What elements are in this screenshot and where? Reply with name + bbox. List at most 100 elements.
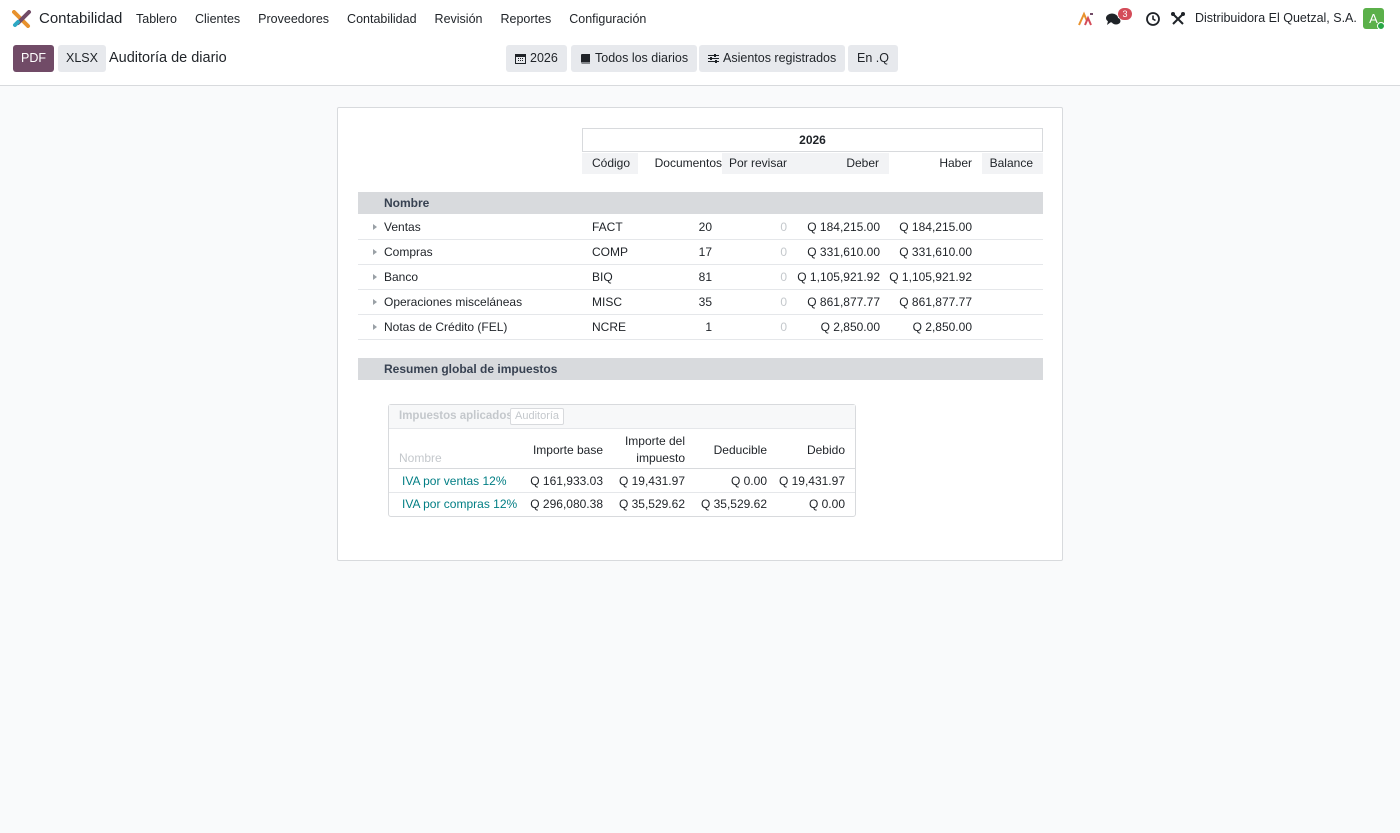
journal-documents: 35 xyxy=(698,295,712,309)
column-header-credit[interactable]: Haber xyxy=(889,153,982,174)
messages-count-badge: 3 xyxy=(1118,8,1132,20)
expand-caret-icon[interactable] xyxy=(373,274,377,280)
menu-item-reportes[interactable]: Reportes xyxy=(491,0,560,38)
tax-summary-table: Impuestos aplicados Auditoría Nombre Imp… xyxy=(388,404,856,517)
book-icon xyxy=(581,54,590,64)
tax-amount: Q 19,431.97 xyxy=(618,474,685,488)
tax-header-due: Debido xyxy=(806,443,845,457)
sliders-icon xyxy=(708,54,719,63)
journal-credit[interactable]: Q 184,215.00 xyxy=(880,215,972,239)
column-header-name: Nombre xyxy=(384,196,430,210)
tax-due: Q 19,431.97 xyxy=(778,474,845,488)
ai-assistant-icon[interactable] xyxy=(1078,11,1094,27)
date-filter-button[interactable]: 2026 xyxy=(506,45,567,72)
journal-documents: 1 xyxy=(705,320,712,334)
journal-code: MISC xyxy=(592,295,622,309)
expand-caret-icon[interactable] xyxy=(373,299,377,305)
journal-code: COMP xyxy=(592,245,628,259)
tax-base: Q 296,080.38 xyxy=(530,497,603,511)
expand-caret-icon[interactable] xyxy=(373,324,377,330)
journal-to-review: 0 xyxy=(780,220,787,234)
journal-documents: 17 xyxy=(698,245,712,259)
activity-clock-icon[interactable] xyxy=(1145,11,1161,27)
report-sheet: 2026 Código Documentos Por revisar Deber… xyxy=(337,107,1063,561)
journal-documents: 81 xyxy=(698,270,712,284)
journal-documents: 20 xyxy=(698,220,712,234)
journals-filter-label: Todos los diarios xyxy=(595,51,689,65)
column-header-documents[interactable]: Documentos xyxy=(638,153,722,174)
tax-deductible: Q 0.00 xyxy=(730,474,767,488)
menu-item-revision[interactable]: Revisión xyxy=(426,0,492,38)
journal-name: Notas de Crédito (FEL) xyxy=(384,320,508,334)
tab-audit[interactable]: Auditoría xyxy=(510,408,565,425)
journal-code: BIQ xyxy=(592,270,613,284)
tax-header-amount-line1: Importe del xyxy=(624,434,685,448)
journal-debit[interactable]: Q 2,850.00 xyxy=(788,315,880,339)
journal-credit[interactable]: Q 2,850.00 xyxy=(880,315,972,339)
online-status-dot xyxy=(1377,22,1385,30)
menu-item-tablero[interactable]: Tablero xyxy=(127,0,186,38)
menu-item-contabilidad[interactable]: Contabilidad xyxy=(338,0,426,38)
menu-item-proveedores[interactable]: Proveedores xyxy=(249,0,338,38)
tax-name-link[interactable]: IVA por compras 12% xyxy=(402,493,517,516)
menu-item-clientes[interactable]: Clientes xyxy=(186,0,249,38)
journal-name: Compras xyxy=(384,245,433,259)
menu-item-configuracion[interactable]: Configuración xyxy=(560,0,655,38)
journal-code: FACT xyxy=(592,220,623,234)
tax-summary-band: Resumen global de impuestos xyxy=(358,358,1043,380)
tax-due: Q 0.00 xyxy=(808,497,845,511)
expand-caret-icon[interactable] xyxy=(373,249,377,255)
journal-name: Ventas xyxy=(384,220,421,234)
journal-credit[interactable]: Q 331,610.00 xyxy=(880,240,972,264)
app-name[interactable]: Contabilidad xyxy=(39,10,122,27)
tax-tabs-bar: Impuestos aplicados Auditoría xyxy=(389,405,855,429)
entries-filter-button[interactable]: Asientos registrados xyxy=(699,45,846,72)
journal-credit[interactable]: Q 861,877.77 xyxy=(880,290,972,314)
journal-code: NCRE xyxy=(592,320,627,334)
export-pdf-button[interactable]: PDF xyxy=(13,45,54,72)
journal-to-review: 0 xyxy=(780,320,787,334)
tax-table-header: Nombre Importe base Importe del impuesto… xyxy=(389,429,855,469)
journal-name: Operaciones misceláneas xyxy=(384,295,523,309)
tab-applied-taxes[interactable]: Impuestos aplicados xyxy=(399,410,513,422)
journal-row[interactable]: Operaciones misceláneas MISC 35 0 Q 861,… xyxy=(358,290,1043,315)
currency-filter-label: En .Q xyxy=(857,51,889,65)
journal-row[interactable]: Compras COMP 17 0 Q 331,610.00 Q 331,610… xyxy=(358,240,1043,265)
date-filter-label: 2026 xyxy=(530,51,558,65)
column-header-debit[interactable]: Deber xyxy=(797,153,889,174)
journal-debit[interactable]: Q 331,610.00 xyxy=(788,240,880,264)
export-xlsx-button[interactable]: XLSX xyxy=(58,45,106,72)
tax-header-amount-line2: impuesto xyxy=(636,451,685,465)
tax-header-deductible: Deducible xyxy=(713,443,767,457)
column-header-code[interactable]: Código xyxy=(582,153,638,174)
journal-debit[interactable]: Q 861,877.77 xyxy=(788,290,880,314)
tax-header-name: Nombre xyxy=(399,451,442,465)
journal-row[interactable]: Ventas FACT 20 0 Q 184,215.00 Q 184,215.… xyxy=(358,215,1043,240)
journal-debit[interactable]: Q 184,215.00 xyxy=(788,215,880,239)
currency-filter-button[interactable]: En .Q xyxy=(848,45,898,72)
tax-summary-title: Resumen global de impuestos xyxy=(384,362,558,376)
tax-name-link[interactable]: IVA por ventas 12% xyxy=(402,470,507,493)
column-header-to-review[interactable]: Por revisar xyxy=(722,153,797,174)
main-menu: Tablero Clientes Proveedores Contabilida… xyxy=(127,0,655,38)
entries-filter-label: Asientos registrados xyxy=(723,51,837,65)
journal-row[interactable]: Banco BIQ 81 0 Q 1,105,921.92 Q 1,105,92… xyxy=(358,265,1043,290)
expand-caret-icon[interactable] xyxy=(373,224,377,230)
control-panel: PDF XLSX Auditoría de diario 2026 Todos … xyxy=(0,38,1400,86)
journal-row[interactable]: Notas de Crédito (FEL) NCRE 1 0 Q 2,850.… xyxy=(358,315,1043,340)
journal-to-review: 0 xyxy=(780,245,787,259)
calendar-icon xyxy=(515,54,526,64)
journal-to-review: 0 xyxy=(780,270,787,284)
journal-name: Banco xyxy=(384,270,419,284)
app-logo-icon[interactable] xyxy=(12,10,32,28)
company-switcher[interactable]: Distribuidora El Quetzal, S.A. xyxy=(1195,11,1357,25)
journals-filter-button[interactable]: Todos los diarios xyxy=(571,45,698,72)
journal-credit[interactable]: Q 1,105,921.92 xyxy=(880,265,972,289)
top-navbar: Contabilidad Tablero Clientes Proveedore… xyxy=(0,0,1400,38)
tax-row: IVA por compras 12% Q 296,080.38 Q 35,52… xyxy=(389,493,855,516)
column-header-balance[interactable]: Balance xyxy=(982,153,1043,174)
tax-base: Q 161,933.03 xyxy=(530,474,603,488)
page-title: Auditoría de diario xyxy=(109,50,227,66)
journal-debit[interactable]: Q 1,105,921.92 xyxy=(788,265,880,289)
tools-icon[interactable] xyxy=(1170,11,1186,27)
